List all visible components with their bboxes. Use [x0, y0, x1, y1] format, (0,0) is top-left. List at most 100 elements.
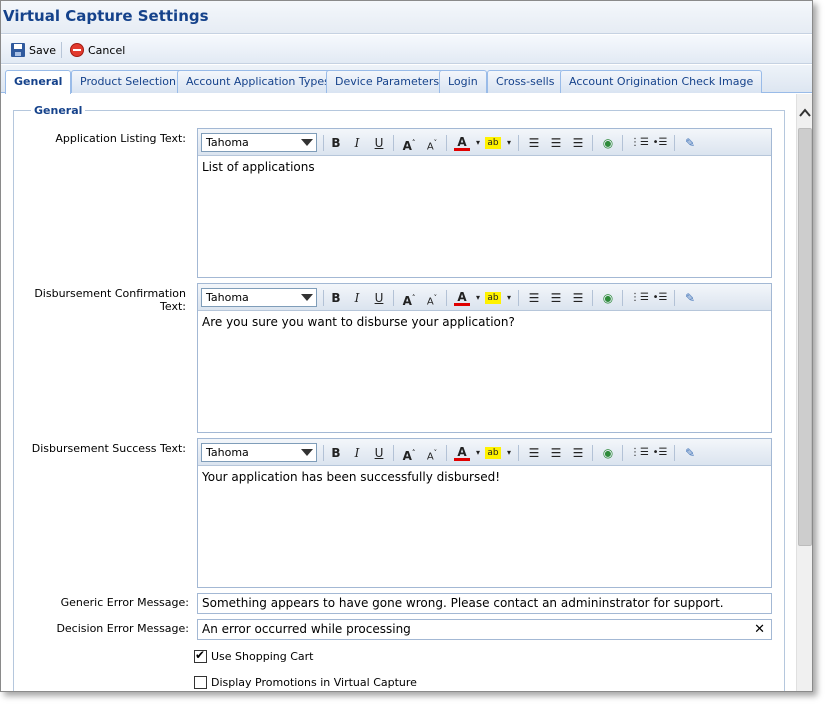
- chevron-down-icon[interactable]: ▾: [501, 135, 517, 151]
- chevron-down-icon[interactable]: ▾: [501, 445, 517, 461]
- insert-link-icon[interactable]: ◉: [600, 290, 616, 306]
- editor-text[interactable]: List of applications: [202, 160, 315, 174]
- html-mode-icon[interactable]: ✎: [682, 290, 698, 306]
- decision-error-input[interactable]: An error occurred while processing ✕: [197, 619, 772, 640]
- align-center-icon[interactable]: ☰: [548, 135, 564, 151]
- grow-font-icon[interactable]: A˄: [401, 445, 417, 463]
- insert-link-icon[interactable]: ◉: [600, 135, 616, 151]
- font-color-icon[interactable]: A: [454, 290, 470, 306]
- save-label: Save: [29, 43, 57, 57]
- checkbox-label: Display Promotions in Virtual Capture: [211, 675, 417, 689]
- tab-account-origination-check-image[interactable]: Account Origination Check Image: [560, 70, 763, 93]
- chevron-down-icon[interactable]: ▾: [470, 445, 486, 461]
- shrink-font-icon[interactable]: A˅: [424, 445, 440, 462]
- tab-account-application-types[interactable]: Account Application Types: [177, 70, 339, 93]
- toolbar-separator: [323, 445, 324, 461]
- application-listing-label: Application Listing Text:: [55, 132, 186, 145]
- bulleted-list-icon[interactable]: •☰: [652, 135, 668, 151]
- cancel-label: Cancel: [88, 43, 126, 57]
- tab-strip: General Product Selection Account Applic…: [1, 65, 812, 94]
- bold-icon[interactable]: B: [328, 135, 344, 151]
- toolbar-separator: [446, 290, 447, 306]
- highlight-color-icon[interactable]: ab: [485, 447, 501, 459]
- scrollbar-thumb[interactable]: [798, 128, 812, 546]
- align-center-icon[interactable]: ☰: [548, 290, 564, 306]
- cancel-button[interactable]: Cancel: [70, 42, 125, 58]
- application-listing-editor[interactable]: Tahoma B I U A˄ A˅ A ▾ ab ▾ ☰ ☰ ☰ ◉ ⋮☰ •…: [197, 128, 772, 278]
- tab-product-selection[interactable]: Product Selection: [71, 70, 185, 93]
- font-color-icon[interactable]: A: [454, 445, 470, 461]
- shrink-font-icon[interactable]: A˅: [424, 135, 440, 152]
- underline-icon[interactable]: U: [371, 290, 387, 306]
- toolbar-separator: [622, 445, 623, 461]
- chevron-up-icon[interactable]: [799, 107, 811, 119]
- main-toolbar: Save Cancel: [1, 35, 812, 64]
- toolbar-separator: [61, 42, 62, 58]
- shrink-font-icon[interactable]: A˅: [424, 290, 440, 307]
- align-center-icon[interactable]: ☰: [548, 445, 564, 461]
- toolbar-separator: [518, 135, 519, 151]
- chevron-down-icon[interactable]: ▾: [470, 135, 486, 151]
- use-shopping-cart-checkbox[interactable]: Use Shopping Cart: [194, 648, 313, 664]
- html-mode-icon[interactable]: ✎: [682, 135, 698, 151]
- underline-icon[interactable]: U: [371, 135, 387, 151]
- align-right-icon[interactable]: ☰: [570, 445, 586, 461]
- chevron-down-icon[interactable]: ▾: [470, 290, 486, 306]
- clear-icon[interactable]: ✕: [754, 623, 765, 636]
- chevron-down-icon[interactable]: ▾: [501, 290, 517, 306]
- bulleted-list-icon[interactable]: •☰: [652, 445, 668, 461]
- save-button[interactable]: Save: [11, 42, 56, 58]
- checkbox-box[interactable]: [194, 648, 207, 663]
- generic-error-input[interactable]: Something appears to have gone wrong. Pl…: [197, 593, 772, 614]
- disbursement-confirmation-editor[interactable]: Tahoma B I U A˄ A˅ A ▾ ab ▾ ☰ ☰ ☰ ◉ ⋮☰ •…: [197, 283, 772, 433]
- bold-icon[interactable]: B: [328, 290, 344, 306]
- tab-device-parameters[interactable]: Device Parameters: [326, 70, 449, 93]
- font-select[interactable]: Tahoma: [201, 133, 317, 152]
- highlight-color-icon[interactable]: ab: [485, 292, 501, 304]
- generic-error-label: Generic Error Message:: [60, 596, 189, 609]
- font-select[interactable]: Tahoma: [201, 288, 317, 307]
- tab-login[interactable]: Login: [439, 70, 487, 93]
- editor-text[interactable]: Are you sure you want to disburse your a…: [202, 315, 515, 329]
- toolbar-separator: [592, 445, 593, 461]
- insert-link-icon[interactable]: ◉: [600, 445, 616, 461]
- align-left-icon[interactable]: ☰: [526, 135, 542, 151]
- fieldset-legend: General: [31, 104, 86, 117]
- chevron-down-icon: [301, 449, 313, 456]
- font-select[interactable]: Tahoma: [201, 443, 317, 462]
- toolbar-separator: [393, 445, 394, 461]
- align-right-icon[interactable]: ☰: [570, 290, 586, 306]
- italic-icon[interactable]: I: [349, 445, 365, 461]
- italic-icon[interactable]: I: [349, 135, 365, 151]
- tab-cross-sells[interactable]: Cross-sells: [487, 70, 564, 93]
- toolbar-separator: [622, 290, 623, 306]
- editor-text[interactable]: Your application has been successfully d…: [202, 470, 500, 484]
- disbursement-confirmation-label: Disbursement Confirmation Text:: [34, 287, 186, 313]
- align-left-icon[interactable]: ☰: [526, 290, 542, 306]
- decision-error-value: An error occurred while processing: [202, 622, 411, 636]
- cancel-icon: [70, 43, 84, 57]
- bulleted-list-icon[interactable]: •☰: [652, 290, 668, 306]
- underline-icon[interactable]: U: [371, 445, 387, 461]
- font-color-icon[interactable]: A: [454, 135, 470, 151]
- numbered-list-icon[interactable]: ⋮☰: [630, 445, 649, 461]
- align-left-icon[interactable]: ☰: [526, 445, 542, 461]
- tab-general[interactable]: General: [5, 70, 72, 94]
- editor-toolbar: Tahoma B I U A˄ A˅ A ▾ ab ▾ ☰ ☰ ☰ ◉ ⋮☰ •…: [198, 439, 771, 466]
- bold-icon[interactable]: B: [328, 445, 344, 461]
- vertical-scrollbar[interactable]: [796, 94, 812, 691]
- toolbar-separator: [393, 290, 394, 306]
- grow-font-icon[interactable]: A˄: [401, 290, 417, 308]
- italic-icon[interactable]: I: [349, 290, 365, 306]
- disbursement-success-editor[interactable]: Tahoma B I U A˄ A˅ A ▾ ab ▾ ☰ ☰ ☰ ◉ ⋮☰ •…: [197, 438, 772, 588]
- checkbox-box[interactable]: [194, 675, 207, 689]
- numbered-list-icon[interactable]: ⋮☰: [630, 290, 649, 306]
- checkbox-label: Use Shopping Cart: [211, 649, 314, 663]
- numbered-list-icon[interactable]: ⋮☰: [630, 135, 649, 151]
- grow-font-icon[interactable]: A˄: [401, 135, 417, 153]
- toolbar-separator: [592, 135, 593, 151]
- align-right-icon[interactable]: ☰: [570, 135, 586, 151]
- display-promotions-checkbox[interactable]: Display Promotions in Virtual Capture: [194, 674, 417, 690]
- highlight-color-icon[interactable]: ab: [485, 137, 501, 149]
- html-mode-icon[interactable]: ✎: [682, 445, 698, 461]
